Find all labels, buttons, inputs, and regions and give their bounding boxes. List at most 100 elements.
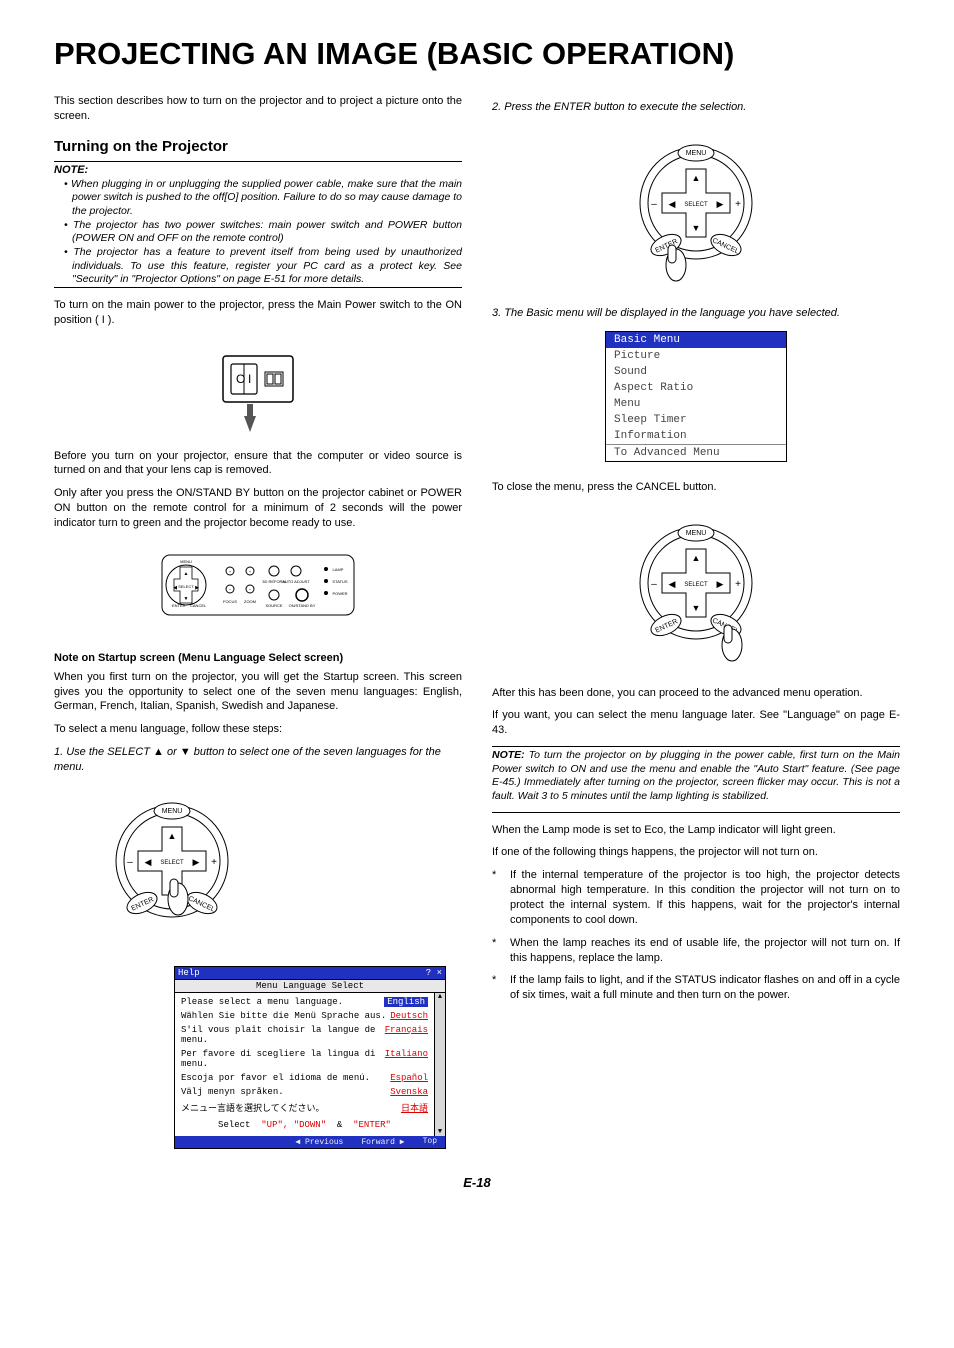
lang-row: メニュー言語を選択してください。日本語 <box>181 1101 428 1114</box>
columns: This section describes how to turn on th… <box>54 94 900 1149</box>
basic-menu-item[interactable]: Menu <box>606 396 786 412</box>
footer-top[interactable]: Top <box>423 1137 437 1147</box>
lang-option[interactable]: Français <box>385 1025 428 1045</box>
lang-option[interactable]: Español <box>390 1073 428 1083</box>
remote-diagram-2: MENU ENTER CANCEL SELECT ▲ ▼ ◀ ▶ – + <box>492 131 900 296</box>
dialog-subheader: Menu Language Select <box>175 979 445 993</box>
before-text: Before you turn on your projector, ensur… <box>54 449 462 479</box>
svg-text:▲: ▲ <box>168 831 177 841</box>
lang-row: Välj menyn språken.Svenska <box>181 1087 428 1097</box>
onlyafter-text: Only after you press the ON/STAND BY but… <box>54 486 462 531</box>
svg-text:STATUS: STATUS <box>332 579 348 584</box>
svg-text:◀: ◀ <box>669 579 676 589</box>
lang-row: Please select a menu language.English <box>181 997 428 1007</box>
right-column: 2. Press the ENTER button to execute the… <box>492 94 900 1149</box>
lang-option[interactable]: 日本語 <box>401 1101 428 1114</box>
svg-text:ZOOM: ZOOM <box>244 599 256 604</box>
lang-option[interactable]: Svenska <box>390 1087 428 1097</box>
svg-text:SELECT: SELECT <box>684 202 708 208</box>
lang-option[interactable]: English <box>384 997 428 1007</box>
step-3: 3. The Basic menu will be displayed in t… <box>492 306 900 321</box>
lang-row: S'il vous plaît choisir la langue de men… <box>181 1025 428 1045</box>
ifwant-text: If you want, you can select the menu lan… <box>492 708 900 738</box>
main-power-text: To turn on the main power to the project… <box>54 298 462 328</box>
language-select-dialog: Help ? × Menu Language Select Please sel… <box>174 966 446 1149</box>
svg-text:◀: ◀ <box>173 585 177 591</box>
step-2: 2. Press the ENTER button to execute the… <box>492 100 900 115</box>
star-item: When the lamp reaches its end of usable … <box>510 936 900 966</box>
svg-text:▶: ▶ <box>717 579 724 589</box>
menu-label: MENU <box>162 808 183 815</box>
svg-text:SOURCE: SOURCE <box>265 603 282 608</box>
svg-text:CANCEL: CANCEL <box>190 603 207 608</box>
note-item: The projector has a feature to prevent i… <box>64 246 462 287</box>
panel-diagram: MENU SELECT ▲ ▼ ◀ ▶ ENTER CANCEL + − FOC… <box>54 547 462 632</box>
svg-text:ON/STAND BY: ON/STAND BY <box>289 603 316 608</box>
close-menu-text: To close the menu, press the CANCEL butt… <box>492 480 900 495</box>
footer-forward[interactable]: Forward ▶ <box>361 1137 404 1147</box>
svg-text:AUTO ADJUST: AUTO ADJUST <box>282 579 310 584</box>
divider <box>54 287 462 288</box>
ifone-text: If one of the following things happens, … <box>492 845 900 860</box>
lang-row: Escoja por favor el idioma de menú.Españ… <box>181 1073 428 1083</box>
startup-heading: Note on Startup screen (Menu Language Se… <box>54 652 462 664</box>
svg-text:+: + <box>249 569 252 574</box>
lang-option[interactable]: Deutsch <box>390 1011 428 1021</box>
note-list: When plugging in or unplugging the suppl… <box>54 178 462 287</box>
svg-text:−: − <box>229 587 232 592</box>
lampeco-text: When the Lamp mode is set to Eco, the La… <box>492 823 900 838</box>
star-item: If the internal temperature of the proje… <box>510 868 900 927</box>
svg-text:▶: ▶ <box>717 199 724 209</box>
startup-text-2: To select a menu language, follow these … <box>54 722 462 737</box>
svg-text:▼: ▼ <box>184 596 189 602</box>
star-item: If the lamp fails to light, and if the S… <box>510 973 900 1003</box>
svg-text:–: – <box>651 199 657 210</box>
basic-menu-title: Basic Menu <box>606 332 786 348</box>
note2-label: NOTE: <box>492 749 525 761</box>
svg-text:▶: ▶ <box>195 585 199 591</box>
basic-menu-item[interactable]: Sound <box>606 364 786 380</box>
svg-text:−: − <box>249 587 252 592</box>
svg-text:▲: ▲ <box>184 571 189 577</box>
dialog-title: Help <box>178 968 200 978</box>
svg-text:MENU: MENU <box>180 559 192 564</box>
svg-text:SELECT: SELECT <box>684 582 708 588</box>
dialog-scrollbar[interactable] <box>434 993 445 1136</box>
footer-prev[interactable]: ◀ Previous <box>295 1137 343 1147</box>
basic-menu-item[interactable]: Information <box>606 428 786 444</box>
star-list: If the internal temperature of the proje… <box>492 868 900 1003</box>
remote-diagram-1: MENU ENTER CANCEL SELECT ▲ ▼ ◀ ▶ <box>54 791 462 956</box>
step-1: 1. Use the SELECT ▲ or ▼ button to selec… <box>54 745 462 775</box>
svg-text:▼: ▼ <box>692 603 701 613</box>
switch-i-label: I <box>248 372 251 386</box>
svg-text:SELECT: SELECT <box>178 584 194 589</box>
basic-menu-item[interactable]: Aspect Ratio <box>606 380 786 396</box>
svg-text:▶: ▶ <box>193 857 200 867</box>
basic-menu: Basic Menu Picture Sound Aspect Ratio Me… <box>605 331 787 462</box>
svg-text:ENTER: ENTER <box>172 603 186 608</box>
basic-menu-item[interactable]: Sleep Timer <box>606 412 786 428</box>
svg-text:+: + <box>735 199 741 210</box>
svg-text:▲: ▲ <box>692 553 701 563</box>
note-2: NOTE: To turn the projector on by pluggi… <box>492 749 900 804</box>
switch-o-label: O <box>236 372 245 386</box>
svg-text:▼: ▼ <box>692 223 701 233</box>
lang-option[interactable]: Italiano <box>385 1049 428 1069</box>
page-title: PROJECTING AN IMAGE (BASIC OPERATION) <box>54 36 900 72</box>
basic-menu-advanced[interactable]: To Advanced Menu <box>606 444 786 461</box>
minus-label: – <box>127 857 133 868</box>
svg-text:+: + <box>229 569 232 574</box>
dialog-window-controls: ? × <box>426 968 442 978</box>
svg-text:◀: ◀ <box>669 199 676 209</box>
dialog-instruction: Select "UP", "DOWN" & "ENTER" <box>181 1118 428 1134</box>
select-label: SELECT <box>160 860 184 866</box>
svg-text:▲: ▲ <box>692 173 701 183</box>
basic-menu-item[interactable]: Picture <box>606 348 786 364</box>
dialog-footer: ◀ Previous Forward ▶ Top <box>175 1136 445 1148</box>
svg-text:–: – <box>651 579 657 590</box>
remote-diagram-3: MENU ENTER CANCEL SELECT ▲ ▼ ◀ ▶ – + <box>492 511 900 676</box>
note-item: When plugging in or unplugging the suppl… <box>64 178 462 219</box>
svg-text:+: + <box>735 579 741 590</box>
lang-row: Wählen Sie bitte die Menü Sprache aus.De… <box>181 1011 428 1021</box>
page-root: PROJECTING AN IMAGE (BASIC OPERATION) Th… <box>0 0 954 1220</box>
